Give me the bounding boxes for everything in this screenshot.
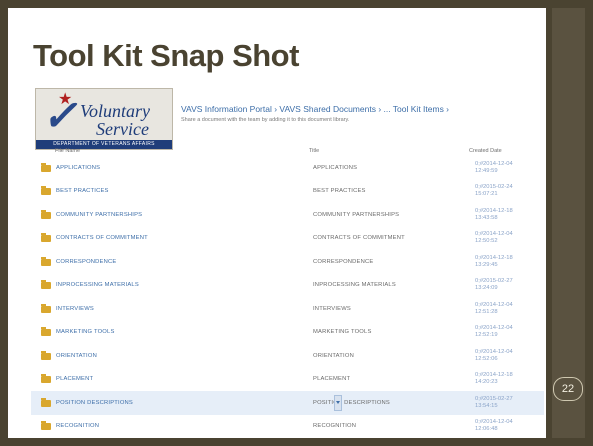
row-created-date-day: 0;#2015-02-27: [475, 395, 513, 402]
row-file-name[interactable]: MARKETING TOOLS: [55, 321, 312, 345]
row-created-date: 0;#2014-12-18 13:43:58: [474, 203, 544, 227]
row-title: MARKETING TOOLS: [313, 329, 372, 336]
row-created-date: 0;#2014-12-04 12:52:06: [474, 344, 544, 368]
column-header-created-date[interactable]: Created Date: [469, 148, 502, 154]
folder-icon: [41, 162, 51, 172]
table-row[interactable]: POSITION DESCRIPTIONS POSITION DESCRIPTIO…: [31, 391, 544, 415]
table-row[interactable]: APPLICATIONS APPLICATIONS 0;#2014-12-04 12:…: [31, 156, 544, 180]
row-created-date-day: 0;#2014-12-18: [475, 372, 513, 379]
folder-icon: [41, 350, 51, 360]
row-file-name[interactable]: APPLICATIONS: [55, 156, 312, 180]
screenshot-document-library: ✓ ★ Voluntary Service DEPARTMENT OF VETE…: [31, 82, 544, 432]
item-menu-dropdown-icon[interactable]: [334, 395, 342, 411]
table-row[interactable]: INTERVIEWS INTERVIEWS 0;#2014-12-04 12:51:2…: [31, 297, 544, 321]
row-file-name[interactable]: POSITION DESCRIPTIONS: [55, 391, 342, 415]
column-header-title[interactable]: Title: [309, 148, 319, 154]
row-created-date-day: 0;#2015-02-27: [475, 278, 513, 285]
row-created-date-time: 12:49:59: [475, 167, 498, 174]
row-created-date-time: 13:43:58: [475, 214, 498, 221]
row-title: ORIENTATION: [313, 352, 354, 359]
row-title: INPROCESSING MATERIALS: [313, 282, 396, 289]
row-created-date-time: 13:54:15: [475, 402, 498, 409]
row-created-date: 0;#2014-12-04 12:52:19: [474, 321, 544, 345]
row-created-date-day: 0;#2014-12-18: [475, 254, 513, 261]
row-created-date-day: 0;#2014-12-04: [475, 301, 513, 308]
row-file-name[interactable]: INTERVIEWS: [55, 297, 312, 321]
row-title: CORRESPONDENCE: [313, 258, 374, 265]
folder-icon: [41, 186, 51, 196]
page-number: 22: [553, 377, 583, 401]
table-row[interactable]: CORRESPONDENCE CORRESPONDENCE 0;#2014-12-1…: [31, 250, 544, 274]
row-created-date-day: 0;#2014-12-18: [475, 207, 513, 214]
row-created-date-time: 12:52:19: [475, 332, 498, 339]
row-file-name[interactable]: CORRESPONDENCE: [55, 250, 312, 274]
logo-text-service: Service: [96, 119, 149, 139]
row-created-date: 0;#2014-12-18 14:20:23: [474, 368, 544, 392]
row-created-date-time: 12:06:48: [475, 426, 498, 433]
folder-icon: [41, 303, 51, 313]
table-row[interactable]: BEST PRACTICES BEST PRACTICES 0;#2015-02-2…: [31, 180, 544, 204]
row-created-date-day: 0;#2014-12-04: [475, 231, 513, 238]
document-list: APPLICATIONS APPLICATIONS 0;#2014-12-04 12:…: [31, 156, 544, 438]
row-title: APPLICATIONS: [313, 164, 358, 171]
row-created-date: 0;#2014-12-04 12:06:48: [474, 415, 544, 439]
folder-icon: [41, 233, 51, 243]
row-title: BEST PRACTICES: [313, 188, 366, 195]
row-created-date-time: 12:50:52: [475, 238, 498, 245]
row-file-name[interactable]: INPROCESSING MATERIALS: [55, 274, 312, 298]
folder-icon: [41, 397, 51, 407]
row-created-date-day: 0;#2014-12-04: [475, 419, 513, 426]
table-row[interactable]: ORIENTATION ORIENTATION 0;#2014-12-04 12:52…: [31, 344, 544, 368]
table-row[interactable]: INPROCESSING MATERIALS INPROCESSING MATER…: [31, 274, 544, 298]
voluntary-service-logo: ✓ ★ Voluntary Service DEPARTMENT OF VETE…: [35, 88, 173, 150]
folder-icon: [41, 256, 51, 266]
row-created-date-time: 14:20:23: [475, 379, 498, 386]
row-title: CONTRACTS OF COMMITMENT: [313, 235, 405, 242]
folder-icon: [41, 327, 51, 337]
slide-title: Tool Kit Snap Shot: [33, 38, 299, 73]
row-title: INTERVIEWS: [313, 305, 351, 312]
row-created-date: 0;#2014-12-04 12:49:59: [474, 156, 544, 180]
row-file-name[interactable]: PLACEMENT: [55, 368, 312, 392]
row-title: PLACEMENT: [313, 376, 351, 383]
library-description: Share a document with the team by adding…: [181, 117, 350, 123]
slide-side-bar-inner: [552, 8, 585, 438]
row-file-name[interactable]: CONTRACTS OF COMMITMENT: [55, 227, 312, 251]
table-row[interactable]: COMMUNITY PARTNERSHIPS COMMUNITY PARTNERS…: [31, 203, 544, 227]
row-created-date-time: 12:51:28: [475, 308, 498, 315]
row-created-date-day: 0;#2014-12-04: [475, 325, 513, 332]
row-file-name[interactable]: ORIENTATION: [55, 344, 312, 368]
folder-icon: [41, 280, 51, 290]
row-created-date: 0;#2014-12-18 13:29:45: [474, 250, 544, 274]
row-created-date-time: 15:07:21: [475, 191, 498, 198]
table-row[interactable]: CONTRACTS OF COMMITMENT CONTRACTS OF COMM…: [31, 227, 544, 251]
table-row[interactable]: MARKETING TOOLS MARKETING TOOLS 0;#2014-12…: [31, 321, 544, 345]
row-file-name[interactable]: BEST PRACTICES: [55, 180, 312, 204]
row-created-date-time: 13:24:09: [475, 285, 498, 292]
row-created-date-day: 0;#2014-12-04: [475, 348, 513, 355]
row-created-date: 0;#2015-02-27 13:54:15: [474, 391, 544, 415]
row-created-date: 0;#2014-12-04 12:50:52: [474, 227, 544, 251]
row-created-date-day: 0;#2014-12-04: [475, 160, 513, 167]
folder-icon: [41, 209, 51, 219]
row-created-date-time: 12:52:06: [475, 355, 498, 362]
row-title: COMMUNITY PARTNERSHIPS: [313, 211, 400, 218]
row-created-date-time: 13:29:45: [475, 261, 498, 268]
column-header-file-name[interactable]: File Name: [55, 148, 80, 154]
row-created-date: 0;#2014-12-04 12:51:28: [474, 297, 544, 321]
row-created-date: 0;#2015-02-24 15:07:21: [474, 180, 544, 204]
folder-icon: [41, 421, 51, 431]
row-file-name[interactable]: RECOGNITION: [55, 415, 312, 439]
row-file-name[interactable]: COMMUNITY PARTNERSHIPS: [55, 203, 312, 227]
logo-star-icon: ★: [58, 91, 73, 108]
table-row[interactable]: RECOGNITION RECOGNITION 0;#2014-12-04 12:06…: [31, 415, 544, 439]
table-row[interactable]: PLACEMENT PLACEMENT 0;#2014-12-18 14:20:23: [31, 368, 544, 392]
row-created-date-day: 0;#2015-02-24: [475, 184, 513, 191]
row-created-date: 0;#2015-02-27 13:24:09: [474, 274, 544, 298]
folder-icon: [41, 374, 51, 384]
row-title: RECOGNITION: [313, 423, 357, 430]
breadcrumb[interactable]: VAVS Information Portal › VAVS Shared Do…: [181, 104, 449, 114]
